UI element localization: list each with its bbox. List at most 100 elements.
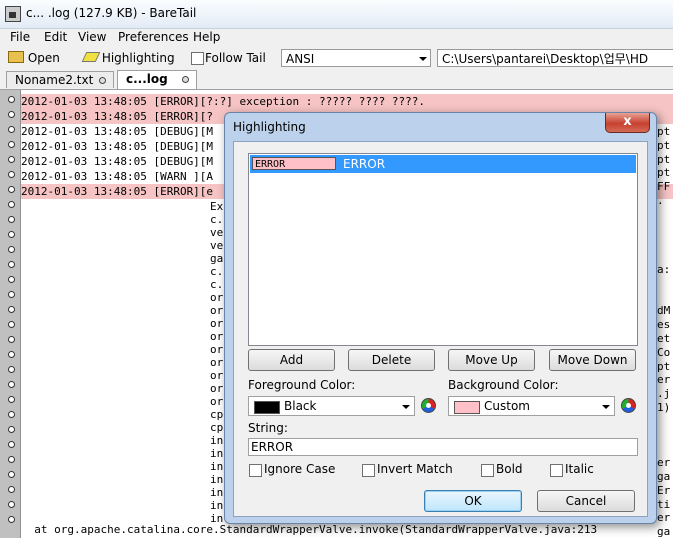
background-color-swatch (454, 401, 480, 414)
string-input[interactable]: ERROR (248, 438, 638, 456)
bookmark-marker[interactable] (8, 426, 15, 433)
foreground-color-select[interactable]: Black (248, 396, 415, 416)
bookmark-marker[interactable] (8, 186, 15, 193)
tab-status-icon (99, 77, 106, 84)
bookmark-marker[interactable] (8, 411, 15, 418)
bookmark-marker[interactable] (8, 141, 15, 148)
italic-label[interactable]: Italic (565, 462, 594, 476)
log-fragment: pt (657, 138, 671, 152)
highlighting-button[interactable]: Highlighting (81, 49, 175, 67)
delete-button[interactable]: Delete (348, 349, 435, 371)
folder-open-icon (8, 51, 24, 63)
log-line: at org.apache.catalina.core.StandardWrap… (21, 523, 598, 536)
log-fragment: a: (657, 263, 671, 276)
ok-button[interactable]: OK (424, 490, 522, 512)
highlight-swatch: ERROR (252, 157, 336, 170)
highlighting-dialog: Highlighting x ERROR ERROR Add Delete Mo… (224, 112, 657, 524)
follow-tail-checkbox[interactable] (191, 52, 204, 65)
log-fragment: dM (657, 304, 671, 318)
bookmark-marker[interactable] (8, 156, 15, 163)
log-line: 2012-01-03 13:48:05 [ERROR][?:?] excepti… (21, 94, 673, 109)
move-up-button[interactable]: Move Up (448, 349, 535, 371)
bookmark-marker[interactable] (8, 291, 15, 298)
log-fragment: pt (657, 152, 671, 166)
bookmark-marker[interactable] (8, 201, 15, 208)
ignore-case-label[interactable]: Ignore Case (264, 462, 335, 476)
tab-label: Noname2.txt (15, 73, 94, 87)
bookmark-marker[interactable] (8, 501, 15, 508)
add-button[interactable]: Add (248, 349, 335, 371)
encoding-select[interactable]: ANSI (281, 49, 431, 67)
highlight-item-label: ERROR (343, 157, 386, 171)
log-fragment: FF (657, 180, 671, 194)
bookmark-marker[interactable] (8, 471, 15, 478)
file-path-field[interactable]: C:\Users\pantarei\Desktop\업무\HD (437, 49, 673, 67)
color-wheel-icon[interactable] (421, 398, 436, 413)
open-button[interactable]: Open (8, 49, 60, 67)
follow-tail-label[interactable]: Follow Tail (205, 49, 266, 67)
toolbar: Open Highlighting Follow Tail ANSI C:\Us… (0, 47, 673, 71)
bookmark-marker[interactable] (8, 486, 15, 493)
italic-checkbox[interactable] (550, 464, 563, 477)
bookmark-marker[interactable] (8, 261, 15, 268)
log-fragment: es (657, 318, 671, 332)
bookmark-marker[interactable] (8, 216, 15, 223)
bookmark-marker[interactable] (8, 396, 15, 403)
chevron-down-icon (402, 405, 410, 409)
encoding-value: ANSI (286, 52, 315, 66)
log-fragment: er (657, 456, 671, 470)
bookmark-marker[interactable] (8, 321, 15, 328)
menu-preferences[interactable]: Preferences (118, 30, 189, 44)
bookmark-marker[interactable] (8, 126, 15, 133)
bookmark-marker[interactable] (8, 456, 15, 463)
highlighting-label: Highlighting (101, 51, 175, 65)
bookmark-marker[interactable] (8, 381, 15, 388)
ignore-case-checkbox[interactable] (249, 464, 262, 477)
bookmark-marker[interactable] (8, 111, 15, 118)
menu-edit[interactable]: Edit (44, 30, 67, 44)
menu-bar: File Edit View Preferences Help (0, 29, 673, 47)
log-fragment: er (657, 511, 671, 525)
tab-noname2[interactable]: Noname2.txt (6, 71, 114, 88)
tab-log-file[interactable]: c...log (117, 70, 197, 89)
foreground-color-swatch (254, 401, 280, 414)
close-button[interactable]: x (605, 113, 650, 133)
foreground-color-value: Black (284, 399, 317, 413)
bookmark-marker[interactable] (8, 441, 15, 448)
log-fragment: ga (657, 470, 671, 483)
invert-match-checkbox[interactable] (362, 464, 375, 477)
invert-match-label[interactable]: Invert Match (377, 462, 453, 476)
cancel-button[interactable]: Cancel (537, 490, 635, 512)
bookmark-marker[interactable] (8, 306, 15, 313)
move-down-button[interactable]: Move Down (549, 349, 636, 371)
highlight-list-item[interactable]: ERROR ERROR (250, 155, 636, 173)
bold-label[interactable]: Bold (496, 462, 523, 476)
menu-help[interactable]: Help (193, 30, 220, 44)
bookmark-marker[interactable] (8, 276, 15, 283)
menu-file[interactable]: File (10, 30, 30, 44)
log-fragment: er (657, 373, 671, 387)
log-fragment: 1) (657, 401, 671, 414)
bookmark-marker[interactable] (8, 516, 15, 523)
bookmark-marker[interactable] (8, 336, 15, 343)
tab-bar: Noname2.txt c...log (0, 70, 673, 90)
tab-status-icon (182, 76, 189, 83)
bookmark-marker[interactable] (8, 351, 15, 358)
bookmark-marker[interactable] (8, 96, 15, 103)
bookmark-marker[interactable] (8, 366, 15, 373)
dialog-title: Highlighting (233, 120, 306, 134)
app-icon[interactable] (5, 6, 21, 22)
background-color-select[interactable]: Custom (448, 396, 615, 416)
bookmark-marker[interactable] (8, 246, 15, 253)
highlight-list[interactable]: ERROR ERROR (248, 153, 638, 346)
bold-checkbox[interactable] (481, 464, 494, 477)
log-fragment: .j (657, 387, 671, 401)
bookmark-marker[interactable] (8, 231, 15, 238)
open-label: Open (27, 51, 60, 65)
menu-view[interactable]: View (78, 30, 106, 44)
color-wheel-icon[interactable] (621, 398, 636, 413)
dialog-body: ERROR ERROR Add Delete Move Up Move Down… (233, 141, 648, 517)
close-icon: x (623, 114, 632, 129)
log-fragment: in (210, 512, 224, 525)
bookmark-marker[interactable] (8, 171, 15, 178)
